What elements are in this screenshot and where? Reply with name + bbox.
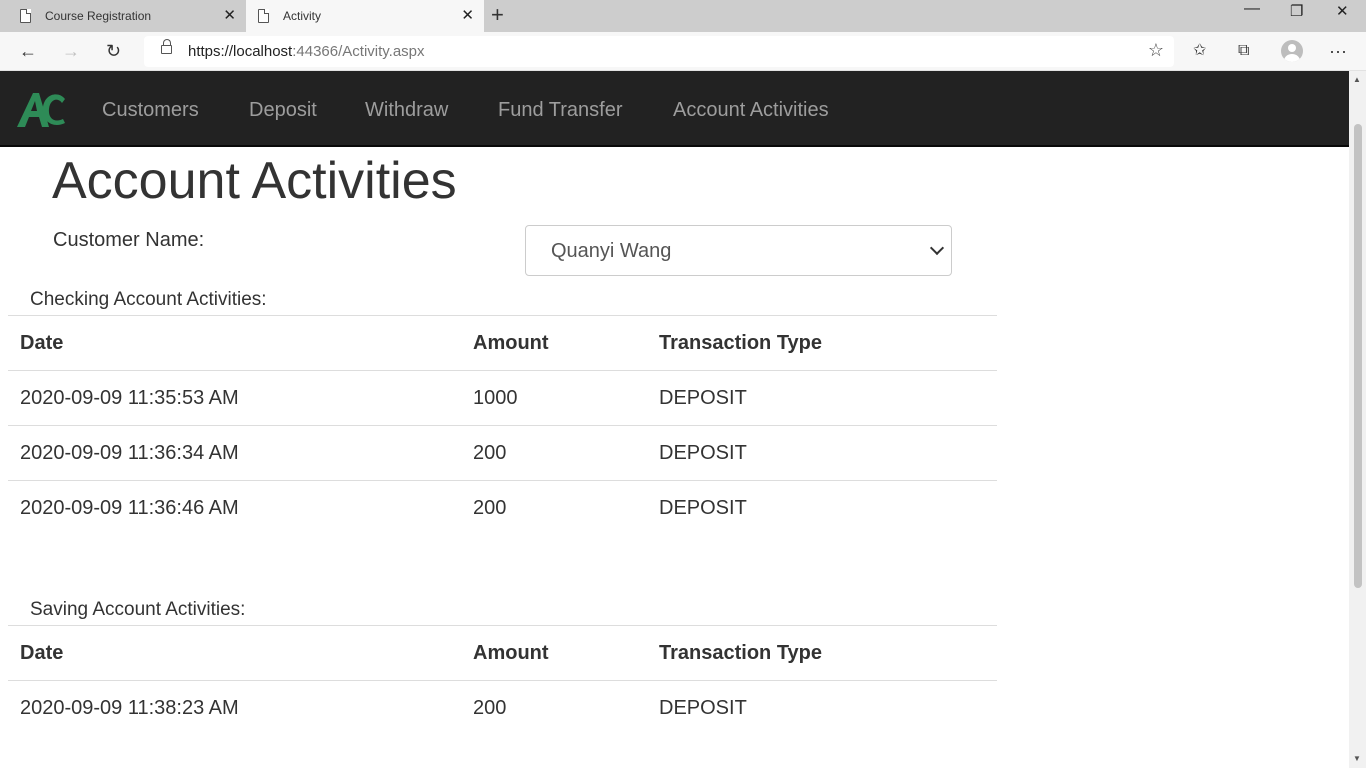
nav-withdraw[interactable]: Withdraw xyxy=(365,98,448,122)
url-text[interactable]: https://localhost:44366/Activity.aspx xyxy=(188,43,425,60)
amount-cell: 200 xyxy=(461,480,647,536)
column-header: Date xyxy=(8,625,461,681)
page-title: Account Activities xyxy=(52,152,457,210)
type-cell: DEPOSIT xyxy=(647,480,997,536)
date-cell: 2020-09-09 11:36:34 AM xyxy=(8,425,461,481)
table-row: 2020-09-09 11:35:53 AM 1000 DEPOSIT xyxy=(8,370,997,426)
nav-deposit[interactable]: Deposit xyxy=(249,98,317,122)
column-header: Amount xyxy=(461,625,647,681)
page-icon xyxy=(20,9,31,23)
close-tab-icon[interactable]: ✕ xyxy=(223,8,236,24)
saving-caption: Saving Account Activities: xyxy=(30,599,246,620)
customer-name-label: Customer Name: xyxy=(53,229,205,251)
customer-selected-value: Quanyi Wang xyxy=(551,240,672,262)
minimize-icon[interactable]: — xyxy=(1244,0,1260,18)
saving-table: Date Amount Transaction Type 2020-09-09 … xyxy=(8,625,997,736)
new-tab-icon[interactable]: + xyxy=(491,4,504,26)
tab-title: Activity xyxy=(283,9,322,23)
favorite-star-icon[interactable]: ☆ xyxy=(1148,40,1164,61)
table-header-row: Date Amount Transaction Type xyxy=(8,315,997,371)
type-cell: DEPOSIT xyxy=(647,680,997,736)
browser-tab-course-registration[interactable]: Course Registration ✕ xyxy=(0,0,246,32)
table-header-row: Date Amount Transaction Type xyxy=(8,625,997,681)
favorites-icon[interactable]: ✩ xyxy=(1193,40,1206,62)
vertical-scrollbar[interactable]: ▲ ▼ xyxy=(1349,71,1366,768)
lock-icon xyxy=(161,39,172,54)
close-window-icon[interactable]: ✕ xyxy=(1336,2,1349,20)
tab-title: Course Registration xyxy=(45,9,152,23)
collections-icon[interactable]: ⧉ xyxy=(1238,40,1249,62)
amount-cell: 1000 xyxy=(461,370,647,426)
checking-caption: Checking Account Activities: xyxy=(30,289,267,310)
scroll-up-icon[interactable]: ▲ xyxy=(1353,75,1361,84)
scroll-down-icon[interactable]: ▼ xyxy=(1353,754,1361,763)
amount-cell: 200 xyxy=(461,680,647,736)
customer-select[interactable]: Quanyi Wang xyxy=(525,225,952,276)
checking-table: Date Amount Transaction Type 2020-09-09 … xyxy=(8,315,997,536)
nav-account-activities[interactable]: Account Activities xyxy=(673,98,829,122)
refresh-icon[interactable]: ↻ xyxy=(106,40,121,62)
column-header: Transaction Type xyxy=(647,625,997,681)
column-header: Amount xyxy=(461,315,647,371)
table-row: 2020-09-09 11:38:23 AM 200 DEPOSIT xyxy=(8,680,997,736)
chevron-down-icon xyxy=(929,240,945,256)
nav-customers[interactable]: Customers xyxy=(102,98,199,122)
date-cell: 2020-09-09 11:35:53 AM xyxy=(8,370,461,426)
page-viewport: Customers Deposit Withdraw Fund Transfer… xyxy=(0,71,1349,768)
browser-tab-activity[interactable]: Activity ✕ xyxy=(246,0,484,32)
brand-logo[interactable] xyxy=(15,89,67,129)
more-icon[interactable]: ··· xyxy=(1329,40,1347,62)
column-header: Transaction Type xyxy=(647,315,997,371)
table-row: 2020-09-09 11:36:34 AM 200 DEPOSIT xyxy=(8,425,997,481)
nav-fund-transfer[interactable]: Fund Transfer xyxy=(498,98,623,122)
table-row: 2020-09-09 11:36:46 AM 200 DEPOSIT xyxy=(8,480,997,536)
restore-icon[interactable]: ❐ xyxy=(1290,2,1303,20)
type-cell: DEPOSIT xyxy=(647,370,997,426)
date-cell: 2020-09-09 11:38:23 AM xyxy=(8,680,461,736)
close-tab-icon[interactable]: ✕ xyxy=(461,8,474,24)
page-icon xyxy=(258,9,269,23)
browser-toolbar: ← → ↻ https://localhost:44366/Activity.a… xyxy=(0,32,1366,71)
date-cell: 2020-09-09 11:36:46 AM xyxy=(8,480,461,536)
address-bar[interactable]: https://localhost:44366/Activity.aspx ☆ xyxy=(144,36,1174,67)
type-cell: DEPOSIT xyxy=(647,425,997,481)
site-navbar: Customers Deposit Withdraw Fund Transfer… xyxy=(0,71,1349,147)
profile-avatar[interactable] xyxy=(1281,40,1303,62)
column-header: Date xyxy=(8,315,461,371)
scrollbar-thumb[interactable] xyxy=(1354,124,1362,588)
browser-tabstrip: Course Registration ✕ Activity ✕ + — ❐ ✕ xyxy=(0,0,1366,32)
forward-icon[interactable]: → xyxy=(62,40,80,62)
back-icon[interactable]: ← xyxy=(19,40,37,62)
amount-cell: 200 xyxy=(461,425,647,481)
